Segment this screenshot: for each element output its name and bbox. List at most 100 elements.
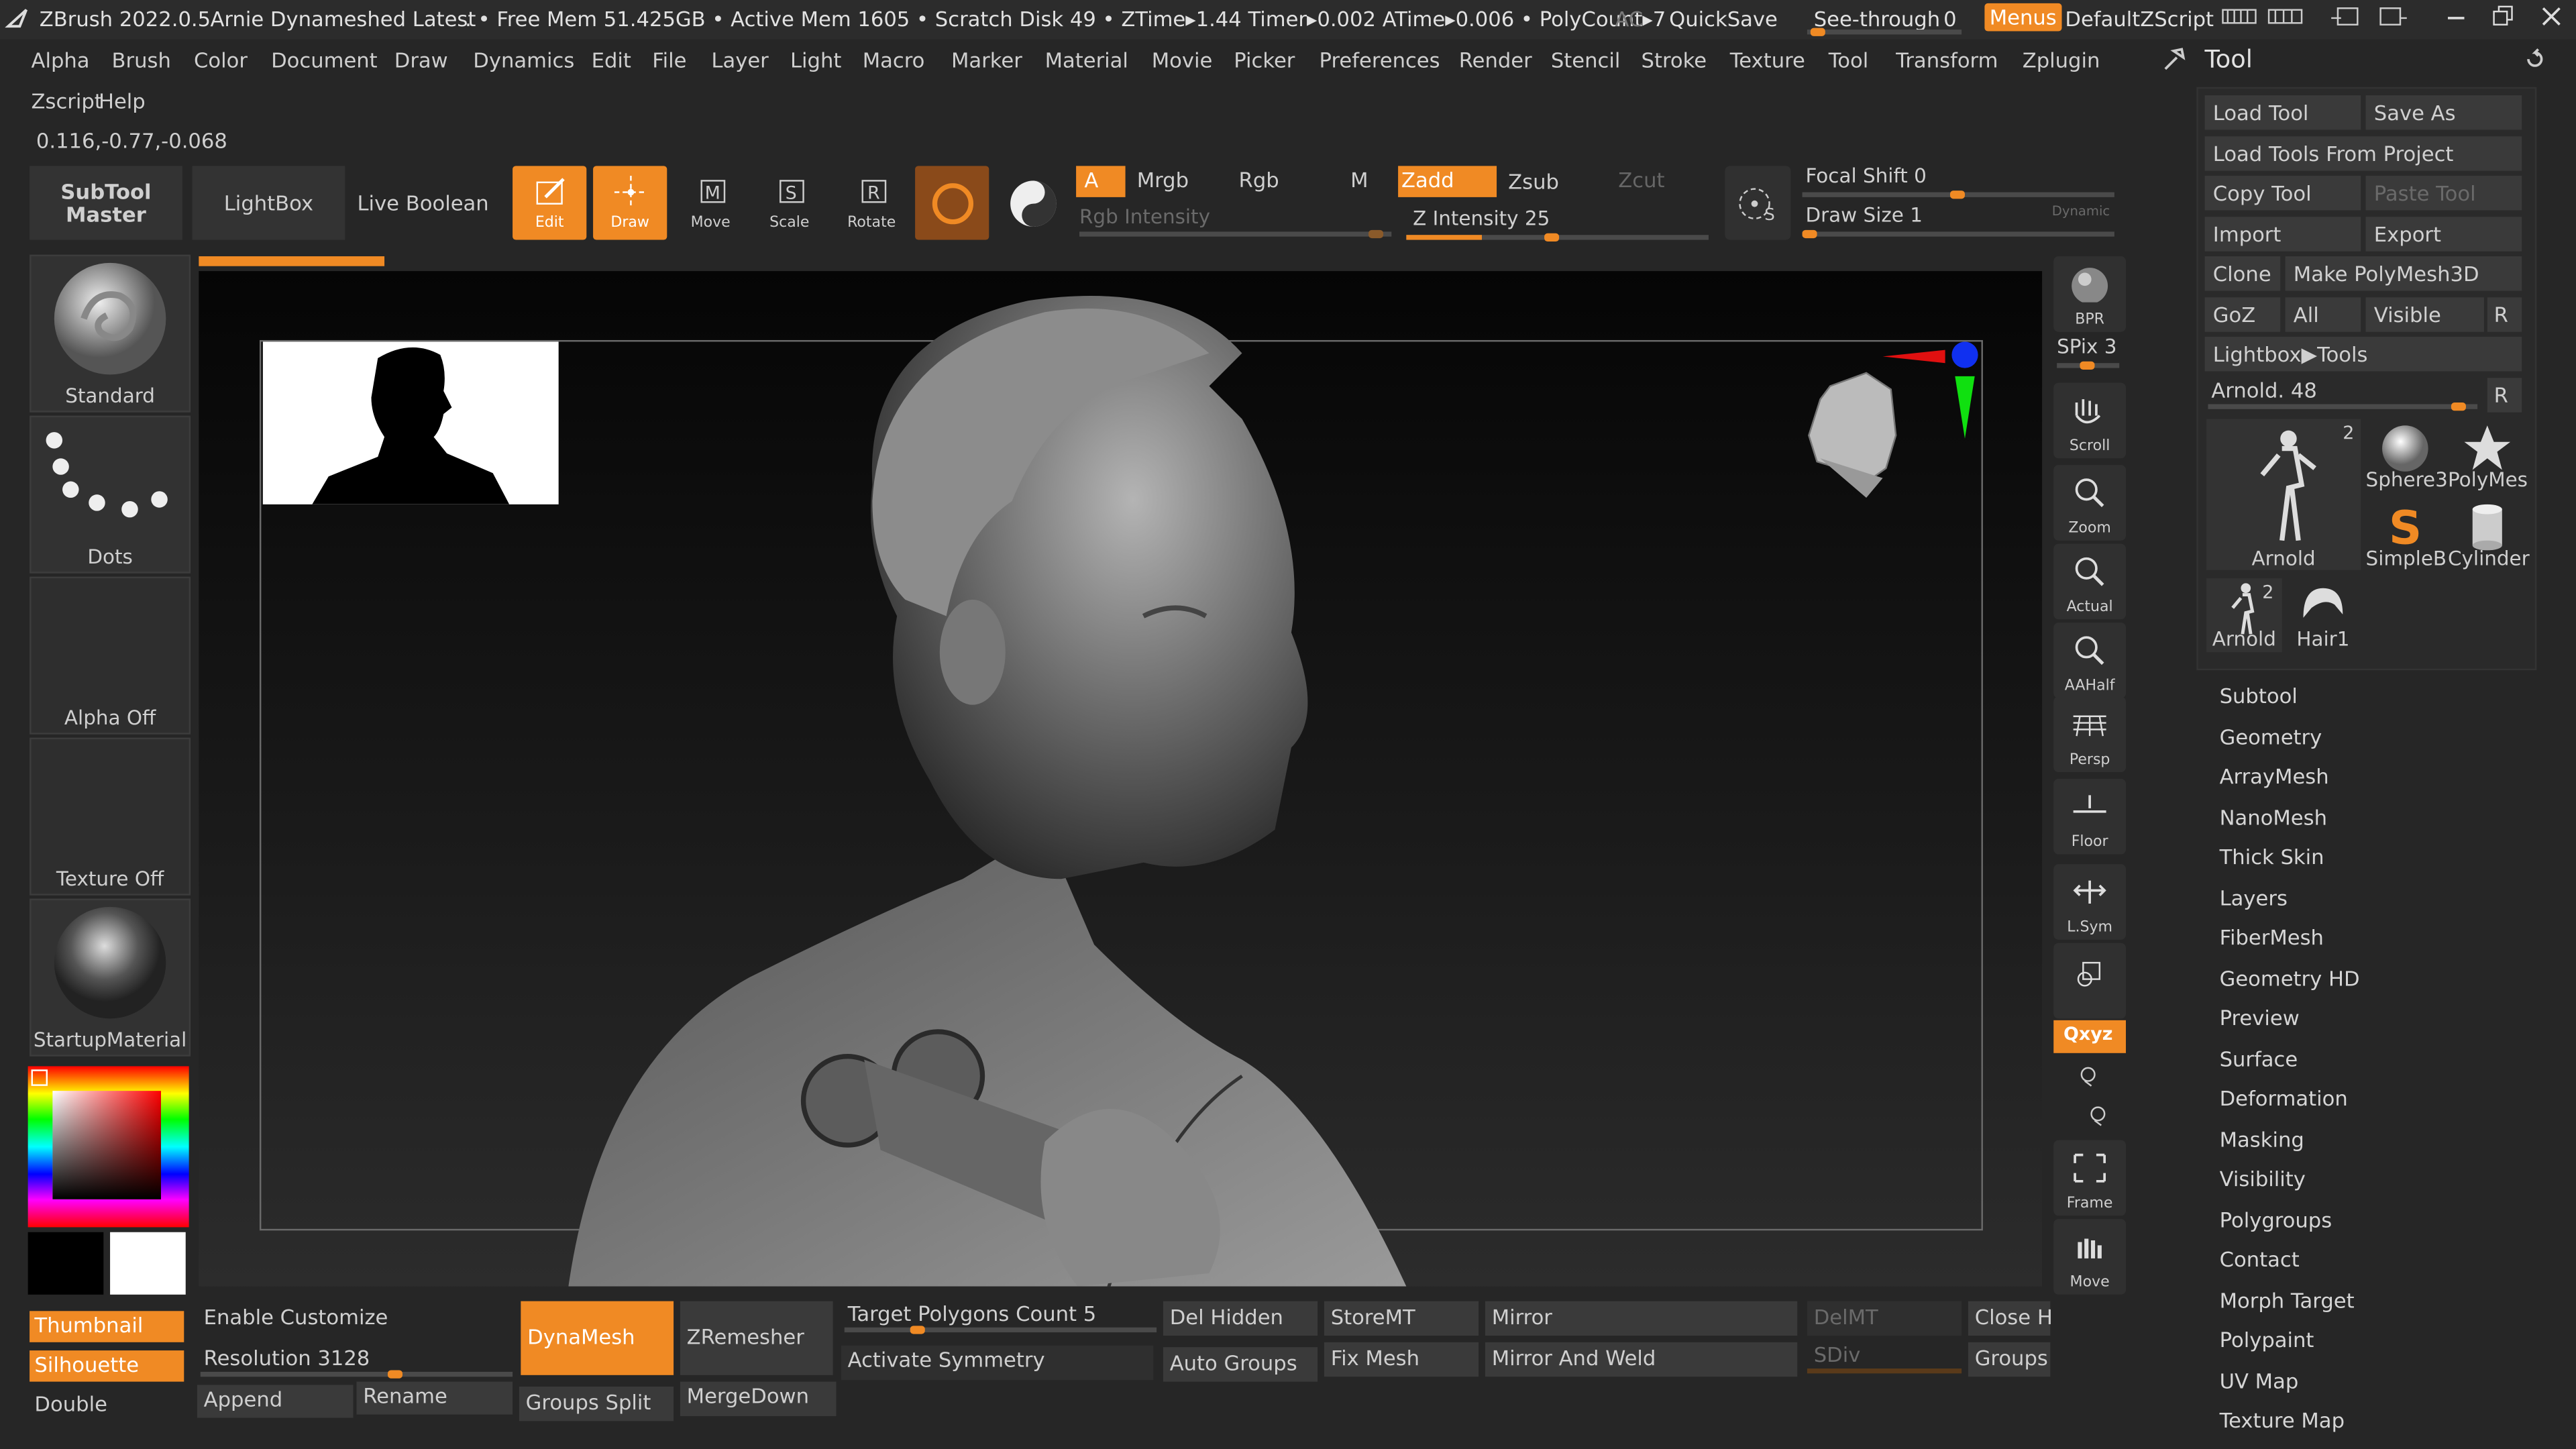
move-mode-button[interactable]: M Move xyxy=(674,166,747,239)
menu-texture[interactable]: Texture xyxy=(1730,48,1805,72)
lightbox-button[interactable]: LightBox xyxy=(192,166,345,240)
actual-button[interactable]: Actual xyxy=(2053,543,2127,620)
copy-tool-button[interactable]: Copy Tool xyxy=(2204,176,2361,211)
xyz-symmetry-button[interactable]: Qxyz xyxy=(2053,1020,2127,1053)
menu-zplugin[interactable]: Zplugin xyxy=(2023,48,2100,72)
lazy-mouse-button[interactable]: S xyxy=(1725,166,1791,240)
tool-thumb-cylinder[interactable]: Cylinder xyxy=(2448,498,2530,572)
tool-section-thick-skin[interactable]: Thick Skin xyxy=(2220,845,2324,869)
tool-thumb-simplebrush[interactable]: S SimpleB xyxy=(2366,498,2447,572)
mirror-and-weld-button[interactable]: Mirror And Weld xyxy=(1485,1342,1798,1377)
menu-transform[interactable]: Transform xyxy=(1896,48,1998,72)
groups-button[interactable]: Groups xyxy=(1968,1342,2051,1377)
zremesher-button[interactable]: ZRemesher xyxy=(680,1301,833,1375)
menu-document[interactable]: Document xyxy=(271,48,378,72)
tool-section-geometry-hd[interactable]: Geometry HD xyxy=(2220,965,2360,990)
tool-section-nanomesh[interactable]: NanoMesh xyxy=(2220,804,2327,829)
frame-button[interactable]: Frame xyxy=(2053,1140,2127,1216)
tool-section-geometry[interactable]: Geometry xyxy=(2220,724,2322,749)
fix-mesh-button[interactable]: Fix Mesh xyxy=(1324,1342,1479,1377)
tool-section-polygroups[interactable]: Polygroups xyxy=(2220,1207,2332,1232)
close-icon[interactable] xyxy=(2540,5,2563,33)
default-zscript-button[interactable]: DefaultZScript xyxy=(2065,7,2214,32)
menu-dynamics[interactable]: Dynamics xyxy=(473,48,574,72)
minimize-icon[interactable] xyxy=(2447,3,2466,35)
layout2-icon[interactable] xyxy=(2267,5,2304,33)
edit-mode-button[interactable]: Edit xyxy=(513,166,587,240)
tool-section-polypaint[interactable]: Polypaint xyxy=(2220,1328,2314,1352)
brush-selector[interactable]: Standard xyxy=(30,254,191,413)
tool-r-button[interactable]: R xyxy=(2487,378,2522,413)
persp-button[interactable]: Persp xyxy=(2053,696,2127,773)
secondary-color-swatch[interactable] xyxy=(28,1232,104,1301)
tool-thumb-arnold-small[interactable]: 2 Arnold xyxy=(2206,578,2282,653)
menu-marker[interactable]: Marker xyxy=(951,48,1022,72)
texture-selector[interactable]: Texture Off xyxy=(30,737,191,896)
zsub-button[interactable]: Zsub xyxy=(1505,168,1603,199)
rename-button[interactable]: Rename xyxy=(356,1381,513,1415)
goz-button[interactable]: GoZ xyxy=(2204,297,2281,332)
color-saturation-square[interactable] xyxy=(52,1091,162,1199)
ui-save-icon[interactable] xyxy=(2375,5,2408,36)
tool-section-morph-target[interactable]: Morph Target xyxy=(2220,1287,2355,1312)
spix-slider[interactable] xyxy=(2057,361,2120,370)
document-canvas[interactable] xyxy=(199,271,2043,1287)
stroke-selector[interactable]: Dots xyxy=(30,415,191,574)
tool-thumb-sphere3d[interactable]: Sphere3 xyxy=(2366,419,2448,492)
subtool-master-button[interactable]: SubTool Master xyxy=(30,166,182,240)
zoom-button[interactable]: Zoom xyxy=(2053,465,2127,541)
menu-draw[interactable]: Draw xyxy=(394,48,448,72)
y-rotate-icon[interactable] xyxy=(2077,1065,2100,1087)
menu-material[interactable]: Material xyxy=(1045,48,1128,72)
z-rotate-icon[interactable] xyxy=(2086,1104,2109,1127)
tool-section-arraymesh[interactable]: ArrayMesh xyxy=(2220,764,2329,789)
layout-icon[interactable] xyxy=(2221,5,2257,33)
load-tools-from-project-button[interactable]: Load Tools From Project xyxy=(2204,136,2522,171)
polyframe-button[interactable] xyxy=(996,166,1069,239)
menu-macro[interactable]: Macro xyxy=(863,48,925,72)
sculpt-material-button[interactable] xyxy=(915,166,989,240)
menu-layer[interactable]: Layer xyxy=(711,48,768,72)
tool-section-preview[interactable]: Preview xyxy=(2220,1006,2300,1030)
menu-help[interactable]: Help xyxy=(99,89,146,113)
goz-visible-button[interactable]: Visible xyxy=(2365,297,2484,332)
menu-movie[interactable]: Movie xyxy=(1152,48,1213,72)
quicksave-button[interactable]: QuickSave xyxy=(1669,7,1778,32)
tool-thumb-polymesh[interactable]: PolyMes xyxy=(2448,419,2528,492)
tool-section-contact[interactable]: Contact xyxy=(2220,1247,2300,1272)
dynamesh-button[interactable]: DynaMesh xyxy=(521,1301,674,1375)
paste-tool-button[interactable]: Paste Tool xyxy=(2365,176,2522,211)
menu-color[interactable]: Color xyxy=(194,48,248,72)
mrgb-button[interactable]: Mrgb xyxy=(1134,166,1224,197)
current-tool-slider[interactable] xyxy=(2208,402,2478,411)
move-button[interactable]: Move xyxy=(2053,1219,2127,1295)
export-button[interactable]: Export xyxy=(2365,217,2522,252)
material-selector[interactable]: StartupMaterial xyxy=(30,898,191,1057)
draw-size-slider[interactable] xyxy=(1802,229,2114,239)
lsym-button[interactable]: L.Sym xyxy=(2053,864,2127,940)
enable-customize-button[interactable]: Enable Customize xyxy=(204,1305,388,1330)
aahalf-button[interactable]: AAHalf xyxy=(2053,623,2127,698)
rgb-button[interactable]: Rgb xyxy=(1236,166,1326,197)
ui-toggle-icon[interactable] xyxy=(2330,5,2363,36)
double-toggle[interactable]: Double xyxy=(30,1390,184,1421)
tool-section-layers[interactable]: Layers xyxy=(2220,885,2288,910)
live-boolean-button[interactable]: Live Boolean xyxy=(347,166,500,239)
zcut-button[interactable]: Zcut xyxy=(1615,166,1697,197)
tool-section-texture-map[interactable]: Texture Map xyxy=(2220,1408,2345,1433)
activate-symmetry-button[interactable]: Activate Symmetry xyxy=(841,1345,1154,1381)
menu-file[interactable]: File xyxy=(652,48,686,72)
thumbnail-toggle[interactable]: Thumbnail xyxy=(30,1311,184,1342)
storemt-button[interactable]: StoreMT xyxy=(1324,1301,1479,1336)
menu-picker[interactable]: Picker xyxy=(1234,48,1295,72)
draw-mode-button[interactable]: Draw xyxy=(593,166,667,240)
silhouette-toggle[interactable]: Silhouette xyxy=(30,1350,184,1382)
save-as-button[interactable]: Save As xyxy=(2365,95,2522,130)
focal-shift-slider[interactable] xyxy=(1802,191,2114,199)
color-picker[interactable] xyxy=(28,1066,189,1228)
tool-thumb-hair1[interactable]: Hair1 xyxy=(2286,578,2361,652)
menu-light[interactable]: Light xyxy=(790,48,841,72)
goz-all-button[interactable]: All xyxy=(2285,297,2361,332)
close-holes-button[interactable]: Close H xyxy=(1968,1301,2053,1336)
del-hidden-button[interactable]: Del Hidden xyxy=(1163,1301,1318,1336)
